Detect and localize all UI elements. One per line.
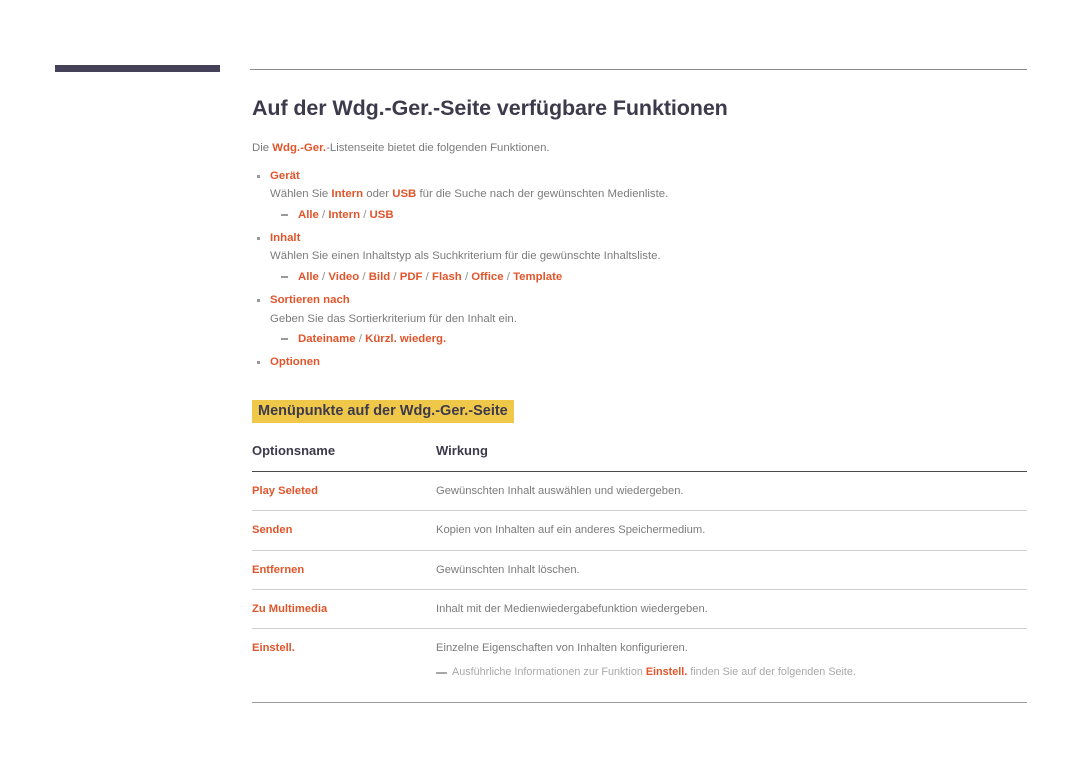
bullet-option-values: Alle / Video / Bild / PDF / Flash / Offi… xyxy=(252,268,1027,286)
feature-bullet-item: Gerät Wählen Sie Intern oder USB für die … xyxy=(252,168,1027,224)
option-separator: / xyxy=(360,209,370,222)
bullet-label-text: Inhalt xyxy=(270,232,301,245)
bullet-option-values: Dateiname / Kürzl. wiederg. xyxy=(252,330,1027,348)
footnote-text-before: Ausführliche Informationen zur Funktion xyxy=(452,666,646,679)
footnote-accent-term: Einstell. xyxy=(645,666,688,679)
bullet-label-text: Gerät xyxy=(270,170,300,183)
bullet-dot-icon xyxy=(257,175,260,178)
description-text: Wählen Sie einen Inhaltstyp als Suchkrit… xyxy=(270,250,661,263)
feature-bullet-item: Inhalt Wählen Sie einen Inhaltstyp als Su… xyxy=(252,230,1027,286)
intro-accent-term: Wdg.-Ger. xyxy=(272,141,327,154)
table-bottom-rule xyxy=(252,702,1027,704)
intro-text-before: Die xyxy=(252,141,273,154)
bullet-option-values: Alle / Intern / USB xyxy=(252,206,1027,224)
option-separator: / xyxy=(318,271,329,284)
effect-text: Kopien von Inhalten auf ein anderes Spei… xyxy=(436,524,706,537)
option-separator: / xyxy=(390,271,400,284)
cell-option-name: Einstell. xyxy=(252,642,295,655)
table-row: Einstell. Einzelne Eigenschaften von Inha… xyxy=(252,629,1027,692)
column-header-wirkung: Wirkung xyxy=(436,443,1027,473)
option-value: Bild xyxy=(368,271,391,284)
description-accent-term: USB xyxy=(392,188,417,201)
table-header-row: Optionsname Wirkung xyxy=(252,443,1027,473)
option-separator: / xyxy=(461,271,472,284)
header-accent-bar xyxy=(55,65,220,72)
footnote-text-after: finden Sie auf der folgenden Seite. xyxy=(687,666,856,679)
table-row: Entfernen Gewünschten Inhalt löschen. xyxy=(252,550,1027,590)
cell-option-effect: Einzelne Eigenschaften von Inhalten konf… xyxy=(436,629,1027,692)
bullet-label: Gerät xyxy=(252,168,1027,185)
bullet-description: Geben Sie das Sortierkriterium für den I… xyxy=(252,311,1027,329)
option-value: Flash xyxy=(432,271,462,284)
option-value: USB xyxy=(369,209,394,222)
bullet-label-text: Optionen xyxy=(270,356,320,369)
option-value: Intern xyxy=(328,209,361,222)
column-header-optionsname: Optionsname xyxy=(252,443,436,473)
bullet-dot-icon xyxy=(257,237,260,240)
table-footnote: Ausführliche Informationen zur Funktion … xyxy=(436,665,1027,681)
cell-option-name: Entfernen xyxy=(252,550,436,590)
feature-bullet-item: Sortieren nach Geben Sie das Sortierkrite… xyxy=(252,292,1027,348)
bullet-dot-icon xyxy=(257,299,260,302)
section-heading-highlighted: Menüpunkte auf der Wdg.-Ger.-Seite xyxy=(252,399,514,424)
description-accent-term: Intern xyxy=(331,188,364,201)
bullet-label: Sortieren nach xyxy=(252,292,1027,309)
feature-bullet-list: Gerät Wählen Sie Intern oder USB für die … xyxy=(252,168,1027,371)
table-row: Zu Multimedia Inhalt mit der Medienwieder… xyxy=(252,589,1027,630)
table-row: Play Seleted Gewünschten Inhalt auswählen… xyxy=(252,471,1027,512)
effect-text: Einzelne Eigenschaften von Inhalten konf… xyxy=(436,642,688,655)
option-value: PDF xyxy=(399,271,423,284)
description-text: Wählen Sie xyxy=(270,188,332,201)
menu-options-table: Optionsname Wirkung Play Seleted Gewünsch… xyxy=(252,443,1027,692)
bullet-label-text: Sortieren nach xyxy=(270,294,350,307)
table-row: Senden Kopien von Inhalten auf ein andere… xyxy=(252,510,1027,551)
option-value: Video xyxy=(328,271,360,284)
effect-text: Gewünschten Inhalt auswählen und wiederg… xyxy=(436,485,684,498)
bullet-description: Wählen Sie einen Inhaltstyp als Suchkrit… xyxy=(252,248,1027,266)
sub-bullet-dash-icon xyxy=(281,214,288,216)
cell-option-name: Zu Multimedia xyxy=(252,589,436,630)
option-value: Dateiname xyxy=(298,333,356,346)
description-text: Geben Sie das Sortierkriterium für den I… xyxy=(270,312,517,325)
option-separator: / xyxy=(355,333,366,346)
page-header-decoration xyxy=(0,0,1080,90)
footnote-dash-icon xyxy=(436,672,447,674)
description-text: oder xyxy=(363,188,393,201)
option-value: Template xyxy=(513,271,563,284)
bullet-dot-icon xyxy=(257,361,260,364)
intro-paragraph: Die Wdg.-Ger.-Listenseite bietet die fol… xyxy=(252,140,1027,157)
cell-option-effect: Inhalt mit der Medienwiedergabefunktion … xyxy=(436,589,1027,630)
bullet-label: Inhalt xyxy=(252,230,1027,247)
effect-text: Inhalt mit der Medienwiedergabefunktion … xyxy=(436,602,708,615)
option-value: Alle xyxy=(298,271,319,284)
document-content: Auf der Wdg.-Ger.-Seite verfügbare Funkt… xyxy=(252,96,1027,704)
cell-option-effect: Gewünschten Inhalt auswählen und wiederg… xyxy=(436,471,1027,512)
cell-option-name: Play Seleted xyxy=(252,471,436,512)
option-value: Kürzl. wiederg. xyxy=(365,333,447,346)
cell-option-effect: Kopien von Inhalten auf ein anderes Spei… xyxy=(436,510,1027,551)
option-separator: / xyxy=(503,271,514,284)
option-separator: / xyxy=(422,271,433,284)
option-value: Office xyxy=(471,271,504,284)
cell-option-name: Senden xyxy=(252,510,436,551)
intro-text-after: -Listenseite bietet die folgenden Funkti… xyxy=(326,141,550,154)
sub-bullet-dash-icon xyxy=(281,338,288,340)
effect-text: Gewünschten Inhalt löschen. xyxy=(436,563,580,576)
option-separator: / xyxy=(318,209,329,222)
bullet-description: Wählen Sie Intern oder USB für die Suche… xyxy=(252,186,1027,204)
header-rule xyxy=(250,69,1027,70)
option-separator: / xyxy=(359,271,369,284)
feature-bullet-item: Optionen xyxy=(252,354,1027,371)
option-value: Alle xyxy=(298,209,319,222)
sub-bullet-dash-icon xyxy=(281,276,288,278)
description-text: für die Suche nach der gewünschten Medie… xyxy=(416,188,669,201)
cell-option-effect: Gewünschten Inhalt löschen. xyxy=(436,550,1027,590)
bullet-label: Optionen xyxy=(252,354,1027,371)
page-title: Auf der Wdg.-Ger.-Seite verfügbare Funkt… xyxy=(252,96,728,120)
